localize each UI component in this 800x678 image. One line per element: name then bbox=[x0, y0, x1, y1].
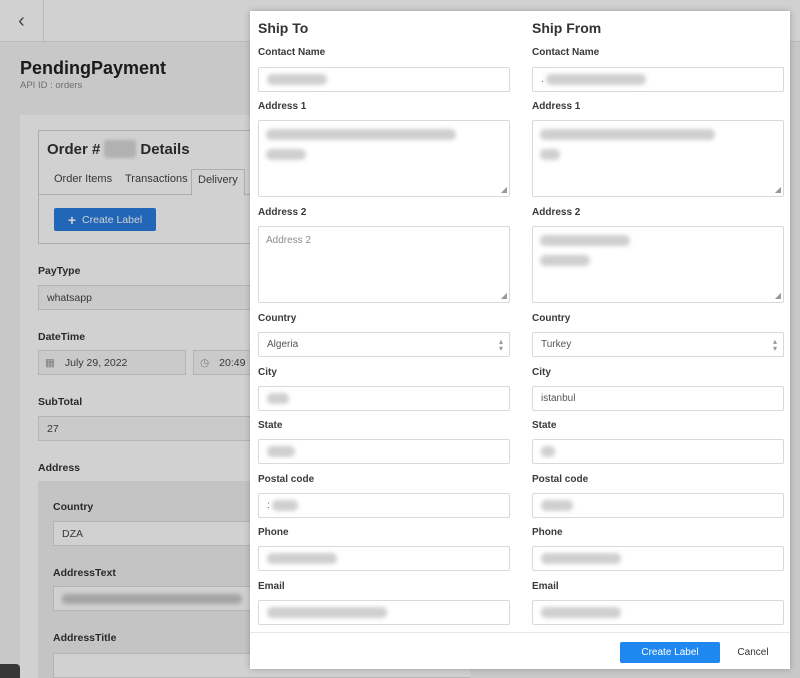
ship-to-address1-textarea[interactable]: ◢ bbox=[258, 120, 510, 197]
redacted-text bbox=[267, 393, 289, 404]
select-arrows-icon: ▴ ▾ bbox=[498, 337, 503, 353]
redacted-text bbox=[541, 607, 621, 618]
ship-from-email-label: Email bbox=[532, 581, 559, 592]
ship-from-email-input[interactable] bbox=[532, 600, 784, 625]
ship-from-phone-input[interactable] bbox=[532, 546, 784, 571]
ship-from-city-input[interactable]: istanbul bbox=[532, 386, 784, 411]
ship-to-postal-input[interactable]: : bbox=[258, 493, 510, 518]
ship-from-state-input[interactable] bbox=[532, 439, 784, 464]
redacted-text bbox=[267, 553, 337, 564]
ship-from-postal-label: Postal code bbox=[532, 474, 589, 485]
ship-to-state-input[interactable] bbox=[258, 439, 510, 464]
ship-from-address2-textarea[interactable]: ◢ bbox=[532, 226, 784, 303]
ship-from-address1-textarea[interactable]: ◢ bbox=[532, 120, 784, 197]
modal-footer: Create Label Cancel bbox=[250, 632, 790, 669]
ship-to-country-label: Country bbox=[258, 313, 297, 324]
ship-from-contact-name-input[interactable]: . bbox=[532, 67, 784, 92]
ship-to-address2-label: Address 2 bbox=[258, 207, 307, 218]
ship-from-state-label: State bbox=[532, 420, 557, 431]
ship-to-country-select[interactable]: Algeria ▴ ▾ bbox=[258, 332, 510, 357]
ship-to-phone-label: Phone bbox=[258, 527, 289, 538]
ship-from-address1-label: Address 1 bbox=[532, 101, 581, 112]
redacted-text bbox=[540, 235, 630, 246]
resize-grip-icon[interactable]: ◢ bbox=[501, 292, 507, 300]
ship-to-email-label: Email bbox=[258, 581, 285, 592]
ship-from-phone-label: Phone bbox=[532, 527, 563, 538]
ship-to-postal-label: Postal code bbox=[258, 474, 315, 485]
ship-to-title: Ship To bbox=[258, 20, 309, 36]
redacted-text bbox=[540, 129, 715, 140]
ship-to-city-label: City bbox=[258, 367, 277, 378]
resize-grip-icon[interactable]: ◢ bbox=[501, 186, 507, 194]
redacted-text bbox=[266, 129, 456, 140]
redacted-text bbox=[267, 446, 295, 457]
create-label-modal: Ship To Contact Name Address 1 ◢ Address… bbox=[250, 11, 790, 669]
resize-grip-icon[interactable]: ◢ bbox=[775, 292, 781, 300]
ship-to-address2-textarea[interactable]: Address 2 ◢ bbox=[258, 226, 510, 303]
redacted-text bbox=[271, 500, 298, 511]
ship-from-country-label: Country bbox=[532, 313, 571, 324]
ship-from-city-label: City bbox=[532, 367, 551, 378]
redacted-text bbox=[540, 255, 590, 266]
select-arrows-icon: ▴ ▾ bbox=[772, 337, 777, 353]
ship-from-country-select[interactable]: Turkey ▴ ▾ bbox=[532, 332, 784, 357]
ship-from-postal-input[interactable] bbox=[532, 493, 784, 518]
redacted-text bbox=[545, 74, 646, 85]
ship-from-contact-name-label: Contact Name bbox=[532, 47, 600, 58]
redacted-text bbox=[540, 149, 560, 160]
ship-from-title: Ship From bbox=[532, 20, 602, 36]
ship-to-contact-name-input[interactable] bbox=[258, 67, 510, 92]
redacted-text bbox=[267, 74, 327, 85]
ship-to-email-input[interactable] bbox=[258, 600, 510, 625]
ship-to-city-input[interactable] bbox=[258, 386, 510, 411]
resize-grip-icon[interactable]: ◢ bbox=[775, 186, 781, 194]
redacted-text bbox=[267, 607, 387, 618]
ship-to-phone-input[interactable] bbox=[258, 546, 510, 571]
redacted-text bbox=[541, 446, 555, 457]
redacted-text bbox=[541, 500, 573, 511]
cancel-button[interactable]: Cancel bbox=[728, 642, 778, 663]
create-label-button[interactable]: Create Label bbox=[620, 642, 720, 663]
redacted-text bbox=[266, 149, 306, 160]
ship-from-address2-label: Address 2 bbox=[532, 207, 581, 218]
ship-to-address1-label: Address 1 bbox=[258, 101, 307, 112]
ship-to-contact-name-label: Contact Name bbox=[258, 47, 326, 58]
redacted-text bbox=[541, 553, 621, 564]
ship-to-state-label: State bbox=[258, 420, 283, 431]
